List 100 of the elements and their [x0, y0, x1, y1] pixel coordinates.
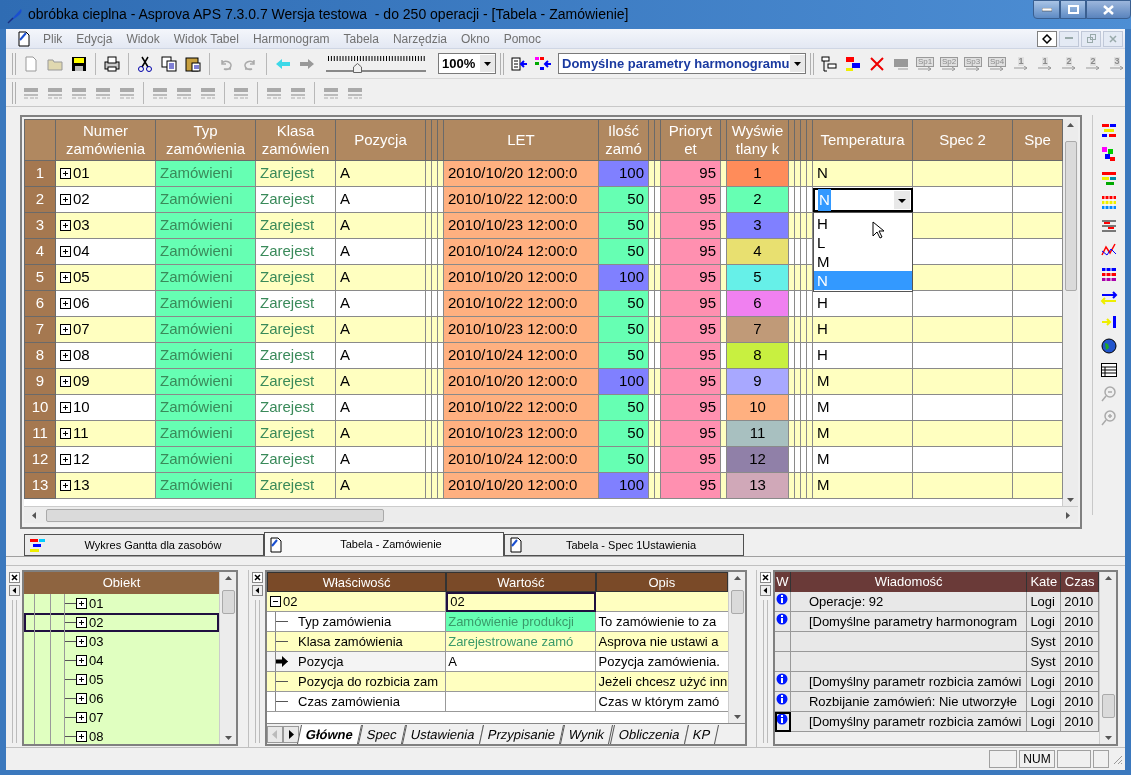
- column-header[interactable]: Wartość: [446, 572, 596, 592]
- close-icon[interactable]: [759, 572, 771, 583]
- colored-blocks-icon[interactable]: [1100, 145, 1118, 163]
- close-icon[interactable]: [8, 572, 20, 583]
- vertical-scrollbar[interactable]: [728, 572, 745, 723]
- expand-icon[interactable]: [76, 731, 87, 742]
- colored-bars-icon[interactable]: [1100, 169, 1118, 187]
- vertical-scrollbar[interactable]: [1099, 572, 1116, 744]
- row-header[interactable]: 11: [24, 420, 56, 447]
- menu-item[interactable]: Tabela: [336, 29, 386, 48]
- minimize-button[interactable]: [1033, 0, 1060, 19]
- expand-icon[interactable]: [60, 168, 71, 179]
- column-header[interactable]: Obiekt: [24, 572, 219, 594]
- tree-item[interactable]: 01: [24, 594, 219, 613]
- expand-icon[interactable]: [76, 655, 87, 666]
- lines-icon[interactable]: [1100, 217, 1118, 235]
- schedule-parameters-combo[interactable]: Domyślne parametry harmonogramu: [558, 53, 806, 74]
- grid-bars-icon[interactable]: [1100, 265, 1118, 283]
- sheet-tab[interactable]: Ustawienia: [401, 724, 484, 744]
- dropdown-option[interactable]: L: [814, 233, 912, 252]
- column-header[interactable]: Prioryt et: [660, 119, 721, 161]
- expand-icon[interactable]: [60, 428, 71, 439]
- column-header[interactable]: Klasa zamówien: [255, 119, 336, 161]
- copy-icon[interactable]: [160, 54, 178, 73]
- property-value[interactable]: Zamówienie produkcji: [446, 612, 596, 632]
- expand-icon[interactable]: [60, 298, 71, 309]
- sheet-tab[interactable]: Obliczenia: [609, 724, 689, 744]
- column-header[interactable]: Spec 2: [912, 119, 1013, 161]
- menu-item[interactable]: Edycja: [69, 29, 120, 48]
- tree-item[interactable]: 04: [24, 651, 219, 670]
- expand-icon[interactable]: [76, 693, 87, 704]
- row-header[interactable]: 8: [24, 342, 56, 369]
- clipboard-icon[interactable]: [184, 54, 202, 73]
- tree-boxes-icon[interactable]: [820, 54, 838, 73]
- corner-cell[interactable]: [24, 119, 56, 161]
- column-header[interactable]: Spe: [1012, 119, 1063, 161]
- column-header[interactable]: Ilość zamó: [598, 119, 649, 161]
- tree-item[interactable]: 07: [24, 708, 219, 727]
- menu-item[interactable]: Widok Tabel: [166, 29, 246, 48]
- column-header[interactable]: Numer zamówienia: [55, 119, 156, 161]
- menu-item[interactable]: Plik: [36, 29, 70, 48]
- floppy-icon[interactable]: [70, 54, 88, 73]
- colored-bars-icon[interactable]: [1100, 121, 1118, 139]
- horizontal-scrollbar[interactable]: [24, 506, 1078, 523]
- document-icon[interactable]: [16, 30, 32, 47]
- expand-icon[interactable]: [60, 220, 71, 231]
- column-header[interactable]: Kate: [1027, 572, 1062, 592]
- expand-icon[interactable]: [60, 246, 71, 257]
- collapse-icon[interactable]: [270, 596, 281, 607]
- scrollbar-thumb[interactable]: [730, 590, 744, 614]
- column-header[interactable]: W: [775, 572, 791, 592]
- row-header[interactable]: 6: [24, 290, 56, 317]
- column-header[interactable]: Czas: [1061, 572, 1099, 592]
- dropdown-option[interactable]: N: [814, 271, 912, 290]
- expand-icon[interactable]: [60, 402, 71, 413]
- arrow-bar-icon[interactable]: [1100, 313, 1118, 331]
- tree-item[interactable]: 03: [24, 632, 219, 651]
- collapse-left-icon[interactable]: [759, 585, 771, 596]
- sheet-tab[interactable]: Spec: [357, 724, 406, 744]
- scrollbar-thumb[interactable]: [221, 590, 235, 614]
- dropdown-option[interactable]: M: [814, 252, 912, 271]
- tree-item[interactable]: 08: [24, 727, 219, 744]
- column-header[interactable]: LET: [443, 119, 599, 161]
- row-header[interactable]: 7: [24, 316, 56, 343]
- mdi-button[interactable]: [1037, 30, 1057, 47]
- row-header[interactable]: 5: [24, 264, 56, 291]
- column-header[interactable]: Temperatura: [812, 119, 913, 161]
- document-tab[interactable]: Tabela - Zamówienie: [264, 532, 504, 556]
- menu-item[interactable]: Okno: [454, 29, 497, 48]
- expand-icon[interactable]: [76, 712, 87, 723]
- expand-icon[interactable]: [76, 636, 87, 647]
- expand-icon[interactable]: [60, 480, 71, 491]
- scrollbar-thumb[interactable]: [1064, 141, 1077, 291]
- sheet-tab[interactable]: Przypisanie: [479, 724, 565, 744]
- dropdown-field[interactable]: N: [813, 188, 913, 212]
- document-tab[interactable]: Tabela - Spec 1Ustawienia: [504, 534, 744, 556]
- expand-icon[interactable]: [60, 324, 71, 335]
- column-header[interactable]: Właściwość: [267, 572, 447, 592]
- scissors-icon[interactable]: [136, 54, 154, 73]
- expand-icon[interactable]: [76, 674, 87, 685]
- menu-item[interactable]: Harmonogram: [245, 29, 337, 48]
- table-icon[interactable]: [1100, 361, 1118, 379]
- double-arrow-icon[interactable]: [1100, 289, 1118, 307]
- property-value[interactable]: [446, 692, 596, 712]
- row-header[interactable]: 10: [24, 394, 56, 421]
- globe-icon[interactable]: [1100, 337, 1118, 355]
- row-header[interactable]: 2: [24, 186, 56, 213]
- tree-item[interactable]: 05: [24, 670, 219, 689]
- expand-icon[interactable]: [60, 376, 71, 387]
- slider-thumb[interactable]: [353, 62, 363, 73]
- vertical-scrollbar[interactable]: [219, 572, 236, 744]
- delete-icon[interactable]: [868, 54, 886, 73]
- row-header[interactable]: 13: [24, 472, 56, 499]
- sheet-tab[interactable]: Wynik: [560, 724, 614, 744]
- sheet-tab[interactable]: Główne: [297, 724, 362, 744]
- row-header[interactable]: 4: [24, 238, 56, 265]
- scrollbar-thumb[interactable]: [46, 508, 384, 522]
- zoom-combo[interactable]: 100%: [438, 53, 496, 74]
- expand-icon[interactable]: [60, 350, 71, 361]
- tree-item[interactable]: 02: [24, 613, 219, 632]
